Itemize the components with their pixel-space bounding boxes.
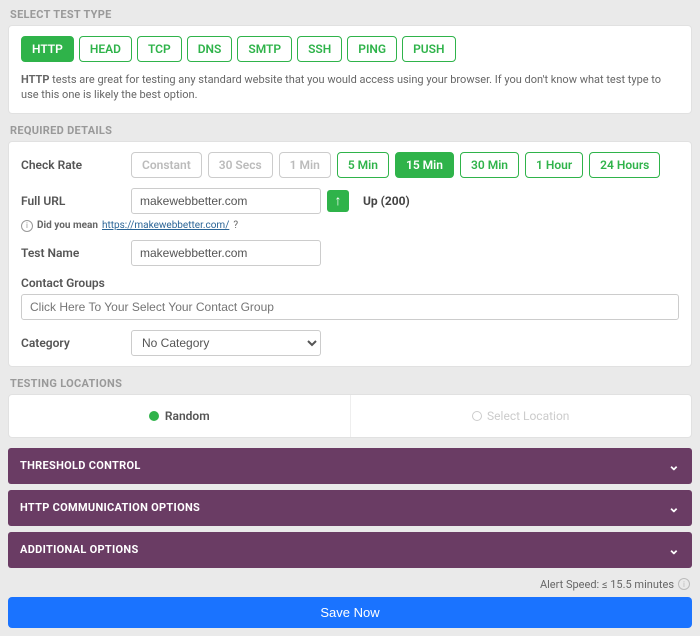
label-check-rate: Check Rate [21,158,131,172]
test-type-description: HTTP tests are great for testing any sta… [21,72,679,103]
section-required: REQUIRED DETAILS [10,124,692,137]
chevron-down-icon: ⌄ [668,542,680,558]
test-type-smtp[interactable]: SMTP [237,36,292,62]
check-rate-15-min[interactable]: 15 Min [395,152,454,178]
accordion-additional-label: ADDITIONAL OPTIONS [20,543,139,556]
panel-required: Check Rate Constant30 Secs1 Min5 Min15 M… [8,141,692,367]
test-type-head[interactable]: HEAD [79,36,132,62]
accordion-threshold-label: THRESHOLD CONTROL [20,459,141,472]
location-random-option[interactable]: Random [9,395,350,437]
check-rate-30-secs: 30 Secs [208,152,273,178]
check-rate-constant: Constant [131,152,202,178]
category-select[interactable]: No Category [131,330,321,356]
url-suggestion-link[interactable]: https://makewebbetter.com/ [102,220,229,231]
label-full-url: Full URL [21,194,131,208]
full-url-input[interactable] [131,188,321,214]
contact-groups-input[interactable] [21,294,679,320]
chevron-down-icon: ⌄ [668,500,680,516]
check-rate-1-min: 1 Min [279,152,331,178]
radio-outline-icon [472,411,482,421]
test-type-ping[interactable]: PING [347,36,397,62]
chevron-down-icon: ⌄ [668,458,680,474]
label-category: Category [21,336,131,350]
url-suggestion: i Did you mean https://makewebbetter.com… [21,220,679,232]
location-select-label: Select Location [487,409,569,423]
accordion-http-label: HTTP COMMUNICATION OPTIONS [20,501,200,514]
test-type-push[interactable]: PUSH [402,36,455,62]
test-type-ssh[interactable]: SSH [297,36,342,62]
test-type-dns[interactable]: DNS [187,36,233,62]
location-random-label: Random [165,409,210,423]
location-select-option[interactable]: Select Location [351,395,692,437]
accordion-http-options[interactable]: HTTP COMMUNICATION OPTIONS ⌄ [8,490,692,526]
save-button[interactable]: Save Now [8,597,692,628]
check-rate-5-min[interactable]: 5 Min [337,152,389,178]
test-type-http[interactable]: HTTP [21,36,74,62]
label-test-name: Test Name [21,246,131,260]
panel-locations: Random Select Location [8,394,692,438]
test-type-desc-bold: HTTP [21,73,49,86]
accordion-threshold[interactable]: THRESHOLD CONTROL ⌄ [8,448,692,484]
test-name-input[interactable] [131,240,321,266]
status-icon: ↑ [327,190,349,212]
alert-speed-text: Alert Speed: ≤ 15.5 minutes [540,578,674,591]
check-rate-30-min[interactable]: 30 Min [460,152,519,178]
accordion-additional[interactable]: ADDITIONAL OPTIONS ⌄ [8,532,692,568]
radio-selected-icon [149,411,159,421]
check-rate-1-hour[interactable]: 1 Hour [525,152,583,178]
section-locations: TESTING LOCATIONS [10,377,692,390]
check-rate-24-hours[interactable]: 24 Hours [589,152,660,178]
status-text: Up (200) [363,194,410,208]
label-contact-groups: Contact Groups [21,276,131,290]
info-icon: i [21,220,33,232]
section-test-type: SELECT TEST TYPE [10,8,692,21]
test-type-tcp[interactable]: TCP [137,36,182,62]
panel-test-type: HTTPHEADTCPDNSSMTPSSHPINGPUSH HTTP tests… [8,25,692,114]
info-icon: i [678,578,690,590]
